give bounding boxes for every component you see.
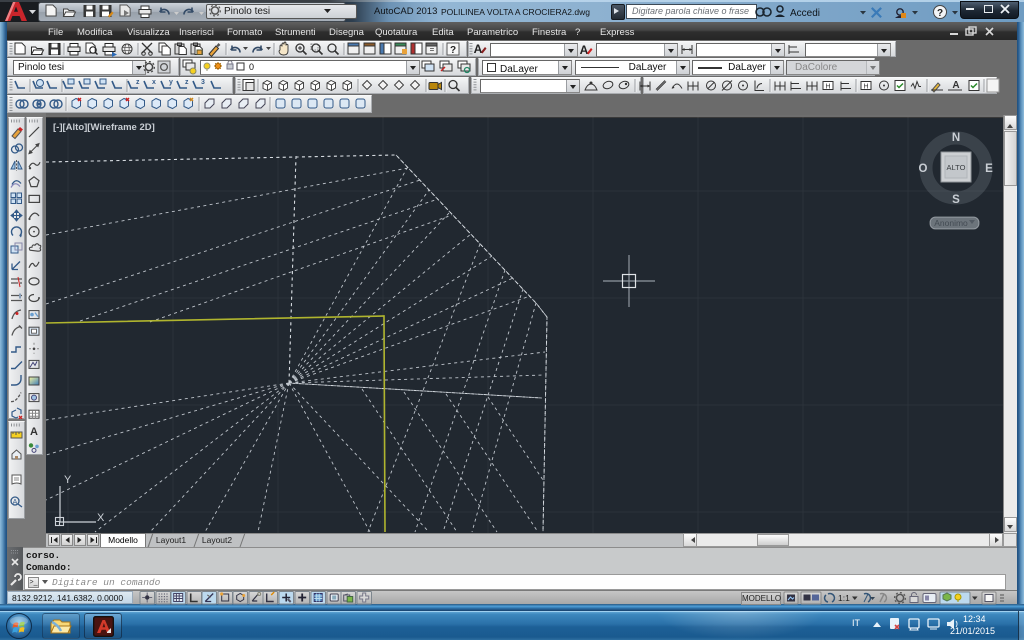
svg-text:E: E <box>985 163 993 175</box>
svg-text:X: X <box>97 512 105 524</box>
svg-text:[-][Alto][Wireframe 2D]: [-][Alto][Wireframe 2D] <box>53 122 155 133</box>
svg-text:N: N <box>952 132 960 144</box>
svg-text:y: y <box>169 79 173 86</box>
svg-text:A: A <box>580 43 589 56</box>
svg-text:Y: Y <box>64 474 72 486</box>
svg-text:0: 0 <box>249 62 254 72</box>
svg-text:1:1: 1:1 <box>838 593 850 603</box>
svg-text:ALTO: ALTO <box>947 163 966 172</box>
svg-text:x: x <box>152 79 156 86</box>
svg-text:=: = <box>430 45 435 54</box>
svg-text:z: z <box>136 79 140 86</box>
svg-text:?: ? <box>450 45 456 56</box>
svg-text:Accedi: Accedi <box>790 8 820 19</box>
svg-text:z: z <box>185 79 189 86</box>
svg-text:A: A <box>474 42 483 56</box>
svg-text:A: A <box>30 426 38 438</box>
svg-text:H: H <box>863 84 868 91</box>
svg-text:A: A <box>13 499 18 506</box>
svg-text:H: H <box>825 84 830 91</box>
svg-text:3: 3 <box>201 79 205 86</box>
svg-text:A: A <box>952 80 959 91</box>
svg-text:?: ? <box>937 8 943 19</box>
svg-text:O: O <box>919 163 928 175</box>
svg-text:Anonimo: Anonimo <box>934 218 968 228</box>
svg-text:S: S <box>952 194 960 206</box>
